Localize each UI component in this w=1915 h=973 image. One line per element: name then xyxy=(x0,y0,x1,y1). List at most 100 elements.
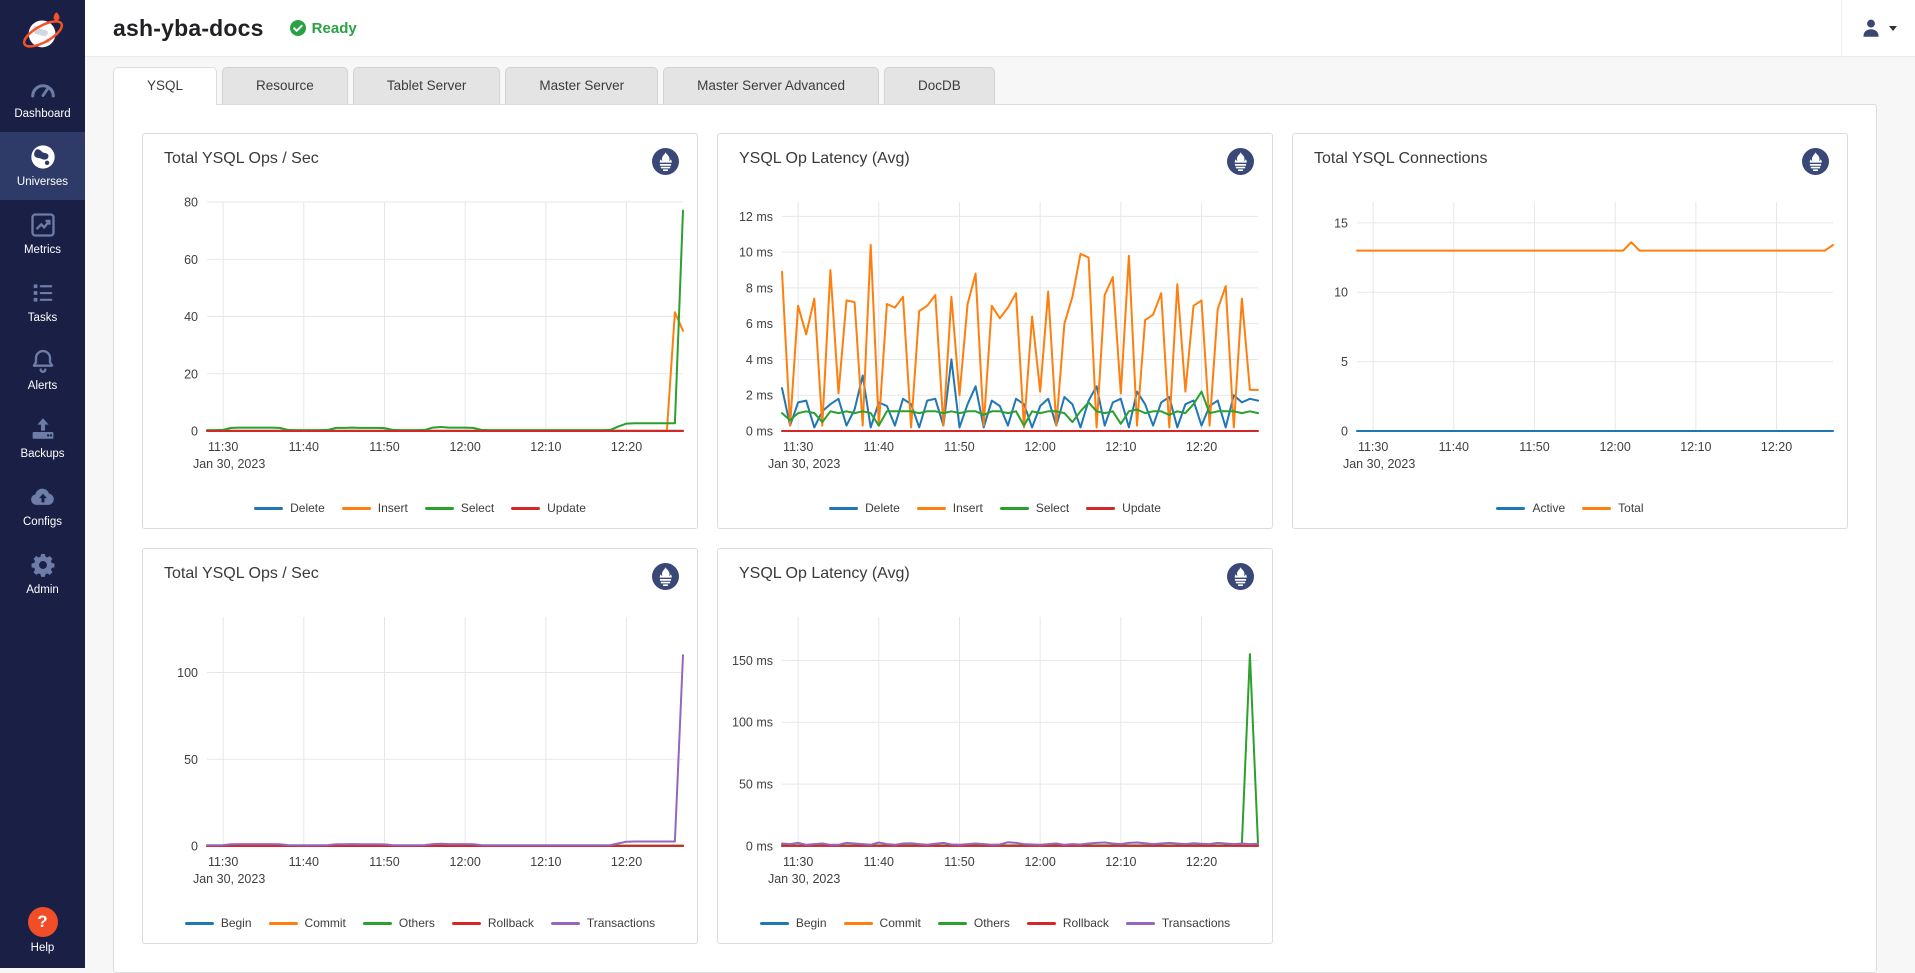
sidebar-item-label: Configs xyxy=(23,516,62,528)
chart-legend: Delete Insert Select Update xyxy=(718,501,1272,515)
x-axis-date-label: Jan 30, 2023 xyxy=(193,872,265,886)
legend-item-rollback[interactable]: Rollback xyxy=(452,916,534,930)
prometheus-icon[interactable] xyxy=(1227,563,1254,590)
sidebar-item-admin[interactable]: Admin xyxy=(0,540,85,608)
main-content: YSQLResourceTablet ServerMaster ServerMa… xyxy=(85,57,1915,968)
app-logo[interactable] xyxy=(0,0,85,64)
legend-item-active[interactable]: Active xyxy=(1496,501,1565,515)
legend-label: Update xyxy=(1122,501,1161,515)
legend-label: Insert xyxy=(378,501,408,515)
series-line-others xyxy=(782,654,1258,845)
legend-item-update[interactable]: Update xyxy=(511,501,586,515)
chart-card: Total YSQL Ops / Sec 02040608011:30Jan 3… xyxy=(142,133,698,529)
y-tick-label: 80 xyxy=(184,196,198,210)
legend-swatch xyxy=(1000,507,1029,510)
prometheus-icon[interactable] xyxy=(652,563,679,590)
x-tick-label: 12:00 xyxy=(1025,855,1056,869)
y-tick-label: 15 xyxy=(1334,216,1348,230)
chart-plot[interactable]: 05010011:30Jan 30, 202311:4011:5012:0012… xyxy=(143,588,697,888)
legend-item-insert[interactable]: Insert xyxy=(342,501,408,515)
tab-docdb[interactable]: DocDB xyxy=(884,67,995,104)
sidebar-item-backups[interactable]: Backups xyxy=(0,404,85,472)
prometheus-icon[interactable] xyxy=(1227,148,1254,175)
legend-item-rollback[interactable]: Rollback xyxy=(1027,916,1109,930)
legend-item-delete[interactable]: Delete xyxy=(254,501,325,515)
alerts-icon xyxy=(29,347,57,375)
legend-swatch xyxy=(269,922,298,925)
legend-item-insert[interactable]: Insert xyxy=(917,501,983,515)
tab-master-server[interactable]: Master Server xyxy=(505,67,658,104)
x-tick-label: 12:20 xyxy=(611,440,642,454)
chart-title: YSQL Op Latency (Avg) xyxy=(739,150,910,168)
legend-label: Commit xyxy=(880,916,921,930)
chart-card: Total YSQL Ops / Sec 05010011:30Jan 30, … xyxy=(142,548,698,944)
legend-item-begin[interactable]: Begin xyxy=(760,916,827,930)
status-badge: Ready xyxy=(290,20,357,37)
sidebar-item-label: Alerts xyxy=(28,380,57,392)
series-line-insert xyxy=(782,245,1258,428)
y-tick-label: 0 ms xyxy=(746,425,773,439)
x-axis-date-label: Jan 30, 2023 xyxy=(193,457,265,471)
legend-item-begin[interactable]: Begin xyxy=(185,916,252,930)
legend-swatch xyxy=(917,507,946,510)
x-tick-label: 11:40 xyxy=(289,855,319,869)
sidebar-item-alerts[interactable]: Alerts xyxy=(0,336,85,404)
sidebar-item-help[interactable]: ? Help xyxy=(0,907,85,954)
legend-item-select[interactable]: Select xyxy=(425,501,494,515)
y-tick-label: 4 ms xyxy=(746,353,773,367)
chart-plot[interactable]: 02040608011:30Jan 30, 202311:4011:5012:0… xyxy=(143,173,697,473)
chart-plot[interactable]: 05101511:30Jan 30, 202311:4011:5012:0012… xyxy=(1293,173,1847,473)
y-tick-label: 60 xyxy=(184,253,198,267)
sidebar-item-label: Backups xyxy=(20,448,64,460)
sidebar-item-configs[interactable]: Configs xyxy=(0,472,85,540)
x-tick-label: 12:10 xyxy=(1105,440,1136,454)
user-menu[interactable] xyxy=(1841,0,1915,56)
chevron-down-icon xyxy=(1889,26,1897,31)
legend-item-total[interactable]: Total xyxy=(1582,501,1643,515)
tab-ysql[interactable]: YSQL xyxy=(113,67,217,104)
prometheus-icon[interactable] xyxy=(652,148,679,175)
tab-resource[interactable]: Resource xyxy=(222,67,348,104)
series-line-select xyxy=(207,211,683,431)
chart-legend: Delete Insert Select Update xyxy=(143,501,697,515)
legend-item-commit[interactable]: Commit xyxy=(269,916,346,930)
chart-card: YSQL Op Latency (Avg) 0 ms2 ms4 ms6 ms8 … xyxy=(717,133,1273,529)
legend-item-transactions[interactable]: Transactions xyxy=(551,916,655,930)
legend-item-transactions[interactable]: Transactions xyxy=(1126,916,1230,930)
legend-item-delete[interactable]: Delete xyxy=(829,501,900,515)
x-tick-label: 12:20 xyxy=(1761,440,1792,454)
x-tick-label: 12:10 xyxy=(1680,440,1711,454)
chart-grid: Total YSQL Ops / Sec 02040608011:30Jan 3… xyxy=(142,133,1848,944)
legend-item-others[interactable]: Others xyxy=(363,916,435,930)
x-tick-label: 12:20 xyxy=(1186,440,1217,454)
y-tick-label: 40 xyxy=(184,310,198,324)
legend-swatch xyxy=(829,507,858,510)
legend-label: Insert xyxy=(953,501,983,515)
sidebar-item-label: Metrics xyxy=(24,244,61,256)
legend-label: Rollback xyxy=(1063,916,1109,930)
tab-tablet-server[interactable]: Tablet Server xyxy=(353,67,501,104)
axis-labels: 05010011:30Jan 30, 202311:4011:5012:0012… xyxy=(177,666,642,886)
sidebar-item-dashboard[interactable]: Dashboard xyxy=(0,64,85,132)
chart-legend: Active Total xyxy=(1293,501,1847,515)
legend-swatch xyxy=(452,922,481,925)
legend-item-others[interactable]: Others xyxy=(938,916,1010,930)
chart-plot[interactable]: 0 ms50 ms100 ms150 ms11:30Jan 30, 202311… xyxy=(718,588,1272,888)
legend-swatch xyxy=(254,507,283,510)
chart-plot[interactable]: 0 ms2 ms4 ms6 ms8 ms10 ms12 ms11:30Jan 3… xyxy=(718,173,1272,473)
sidebar-nav: Dashboard Universes Metrics Tasks Alerts… xyxy=(0,64,85,608)
legend-label: Update xyxy=(547,501,586,515)
tab-master-server-advanced[interactable]: Master Server Advanced xyxy=(663,67,879,104)
legend-item-commit[interactable]: Commit xyxy=(844,916,921,930)
configs-icon xyxy=(29,483,57,511)
sidebar-item-tasks[interactable]: Tasks xyxy=(0,268,85,336)
legend-item-update[interactable]: Update xyxy=(1086,501,1161,515)
sidebar-item-metrics[interactable]: Metrics xyxy=(0,200,85,268)
sidebar-item-universes[interactable]: Universes xyxy=(0,132,85,200)
legend-label: Select xyxy=(461,501,494,515)
chart-title: Total YSQL Ops / Sec xyxy=(164,565,319,583)
ready-check-icon xyxy=(290,20,306,36)
gridlines xyxy=(207,617,683,846)
prometheus-icon[interactable] xyxy=(1802,148,1829,175)
legend-item-select[interactable]: Select xyxy=(1000,501,1069,515)
